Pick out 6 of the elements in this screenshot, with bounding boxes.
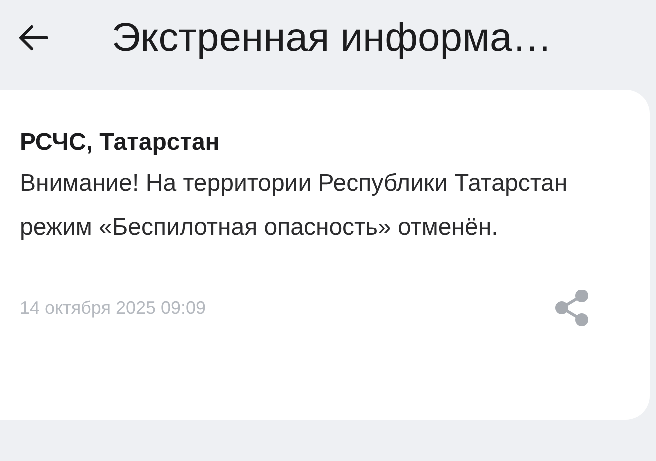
sender-name: РСЧС, Татарстан bbox=[20, 128, 221, 158]
screen-title: Экстренная информа… bbox=[112, 18, 552, 58]
message-date: 14 октября 2025 09:09 bbox=[20, 296, 206, 320]
share-icon bbox=[555, 290, 589, 326]
back-arrow-icon bbox=[19, 25, 49, 51]
message-text: Внимание! На территории Республики Татарстан режим «Беспилотная опасность» отменён. bbox=[20, 169, 569, 243]
